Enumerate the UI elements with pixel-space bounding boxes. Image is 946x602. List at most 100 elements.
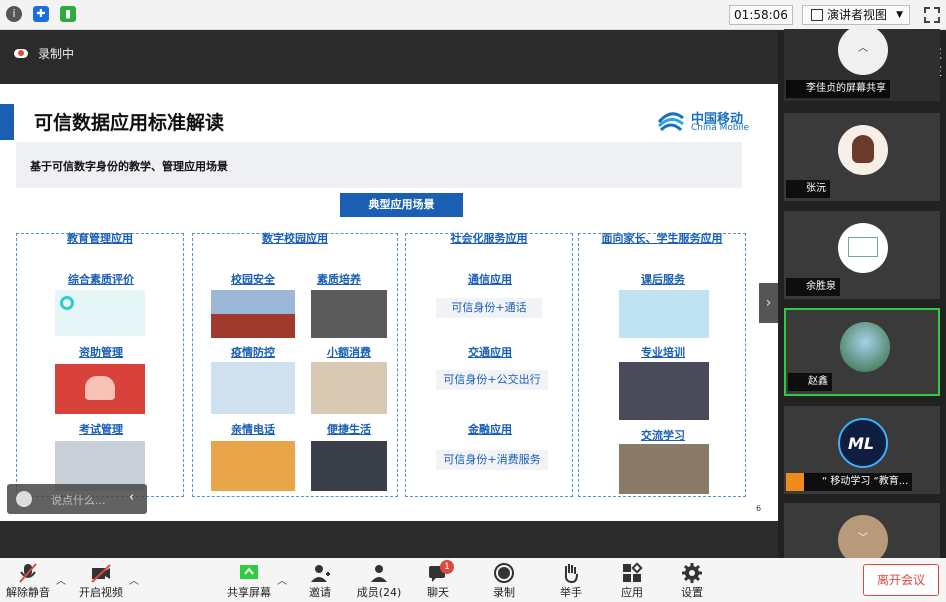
share-screen-button[interactable]: 共享屏幕 <box>224 558 274 602</box>
column-digital-campus: 数字校园应用 校园安全 素质培养 疫情防控 小额消费 亲情电话 便捷生活 <box>192 232 398 497</box>
item-label: 交流学习 <box>641 429 685 442</box>
chevron-up-icon[interactable]: ︿ <box>858 39 868 54</box>
start-video-label: 开启视频 <box>79 586 123 599</box>
chat-input-bar[interactable]: 说点什么... ‹ <box>7 484 147 514</box>
participant-tile[interactable]: 余胜泉 <box>784 211 940 299</box>
participant-tile[interactable]: ML “ 移动学习 “教育... <box>784 406 940 494</box>
participant-name: 赵鑫 <box>788 373 832 391</box>
item-label: 便捷生活 <box>327 423 371 436</box>
presentation-slide: 可信数据应用标准解读 中国移动 China Mobile 基于可信数字身份的教学… <box>0 84 778 521</box>
mic-off-icon <box>19 563 37 583</box>
item-label: 疫情防控 <box>231 346 275 359</box>
start-video-button[interactable]: 开启视频 <box>76 558 126 602</box>
item-label: 小额消费 <box>327 346 371 359</box>
invite-icon <box>311 565 330 582</box>
presenter-view-label: 演讲者视图 <box>827 8 888 22</box>
recording-indicator: 录制中 <box>14 45 74 62</box>
avatar: ML <box>838 418 888 468</box>
chat-label: 聊天 <box>427 586 449 599</box>
emoji-icon[interactable] <box>16 491 32 507</box>
column-parent-student-services: 面向家长、学生服务应用 课后服务 专业培训 交流学习 <box>578 232 746 497</box>
logo-text-en: China Mobile <box>691 123 750 133</box>
share-screen-label: 共享屏幕 <box>227 586 271 599</box>
fullscreen-icon[interactable] <box>924 7 940 23</box>
meeting-timer: 01:58:06 <box>729 5 793 25</box>
item-label: 资助管理 <box>79 346 123 359</box>
shield-icon[interactable]: ✚ <box>33 6 49 22</box>
chevron-down-icon: ▼ <box>896 10 903 20</box>
members-icon <box>371 565 387 582</box>
unmute-label: 解除静音 <box>6 586 50 599</box>
avatar <box>838 223 888 273</box>
column-title: 数字校园应用 <box>262 232 328 245</box>
scenario-image <box>619 362 709 420</box>
scenario-header: 典型应用场景 <box>340 193 463 217</box>
column-title: 教育管理应用 <box>67 232 133 245</box>
scenario-image <box>211 362 295 414</box>
view-icon <box>811 9 823 21</box>
scenario-image <box>311 362 387 414</box>
chevron-left-icon[interactable]: ‹ <box>129 490 134 505</box>
scenario-image <box>311 441 387 491</box>
participant-tile[interactable]: ﹀ <box>784 503 940 565</box>
raise-hand-label: 举手 <box>560 586 582 599</box>
panel-toggle[interactable]: › <box>759 283 778 323</box>
meeting-toolbar: 解除静音 ︿ 开启视频 ︿ 共享屏幕 ︿ 邀请 成员(24) 1 聊天 录制 举… <box>0 558 946 602</box>
chart-ring-icon <box>60 296 74 310</box>
item-label: 课后服务 <box>641 273 685 286</box>
item-label: 亲情电话 <box>231 423 275 436</box>
item-label: 综合素质评价 <box>68 273 134 286</box>
members-button[interactable]: 成员(24) <box>352 558 406 602</box>
avatar-diagram <box>848 237 878 257</box>
chevron-up-icon[interactable]: ︿ <box>56 572 66 587</box>
leave-meeting-button[interactable]: 离开会议 <box>863 564 939 596</box>
avatar <box>838 125 888 175</box>
scenario-image <box>619 290 709 338</box>
chevron-up-icon[interactable]: ︿ <box>277 572 287 587</box>
record-button[interactable]: 录制 <box>484 558 524 602</box>
share-screen-icon <box>240 565 258 579</box>
page-number: 6 <box>756 504 762 513</box>
chevron-up-icon[interactable]: ︿ <box>129 572 139 587</box>
chevron-down-icon[interactable]: ﹀ <box>858 529 868 544</box>
column-education-management: 教育管理应用 综合素质评价 资助管理 考试管理 <box>16 232 184 497</box>
invite-button[interactable]: 邀请 <box>300 558 340 602</box>
participant-name: 李佳贞的屏幕共享 <box>786 80 890 98</box>
chat-placeholder[interactable]: 说点什么... <box>51 492 106 508</box>
hand-icon <box>564 564 578 584</box>
scenario-image <box>55 290 145 336</box>
unmute-button[interactable]: 解除静音 <box>4 558 52 602</box>
item-label: 校园安全 <box>231 273 275 286</box>
column-social-services: 社会化服务应用 通信应用 可信身份+通话 交通应用 可信身份+公交出行 金融应用… <box>405 232 573 497</box>
item-label: 金融应用 <box>468 423 512 436</box>
invite-label: 邀请 <box>309 586 331 599</box>
participant-name: 张沅 <box>786 180 830 198</box>
settings-button[interactable]: 设置 <box>672 558 712 602</box>
chat-button[interactable]: 1 聊天 <box>418 558 458 602</box>
scenario-image <box>211 290 295 338</box>
signal-icon[interactable]: ▮ <box>60 6 76 22</box>
participant-name: “ 移动学习 “教育... <box>804 473 913 491</box>
title-accent-bar <box>0 104 14 140</box>
column-title: 社会化服务应用 <box>450 232 528 245</box>
window-topbar: i ✚ ▮ 01:58:06 演讲者视图 ▼ <box>0 0 946 30</box>
settings-label: 设置 <box>681 586 703 599</box>
slide-title: 可信数据应用标准解读 <box>34 112 225 134</box>
info-icon[interactable]: i <box>6 6 22 22</box>
avatar-figure <box>852 135 874 163</box>
participant-tile[interactable]: ︿ 李佳贞的屏幕共享 <box>784 25 940 101</box>
participant-tile[interactable]: 张沅 <box>784 113 940 201</box>
raise-hand-button[interactable]: 举手 <box>551 558 591 602</box>
presenter-view-dropdown[interactable]: 演讲者视图 ▼ <box>802 5 910 25</box>
service-box: 可信身份+消费服务 <box>436 450 548 470</box>
user-icon <box>786 473 804 491</box>
item-label: 素质培养 <box>317 273 361 286</box>
apps-button[interactable]: 应用 <box>612 558 652 602</box>
item-label: 专业培训 <box>641 346 685 359</box>
participant-name: 余胜泉 <box>786 278 840 296</box>
participant-tile-active[interactable]: 赵鑫 <box>784 308 940 396</box>
apps-icon <box>623 562 643 582</box>
avatar <box>840 322 890 372</box>
heart-hands-icon <box>85 376 115 400</box>
record-label: 录制 <box>493 586 515 599</box>
